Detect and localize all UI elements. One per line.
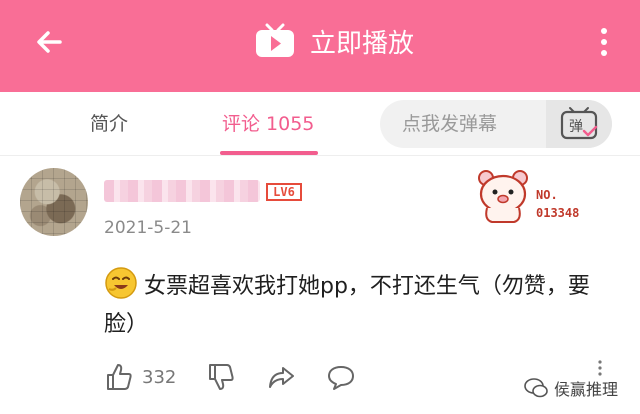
fan-badge-number: NO. 013348 (536, 186, 579, 222)
comment-date: 2021-5-21 (104, 218, 192, 238)
level-badge: LV6 (266, 183, 302, 201)
watermark: 侯赢推理 (524, 376, 618, 400)
laughing-face-emoji-icon (105, 267, 137, 299)
comment-actions: 332 (104, 360, 356, 394)
wechat-icon (524, 378, 548, 398)
comment-body: 女票超喜欢我打她pp，不打还生气（勿赞，要脸） (104, 266, 604, 344)
badge-no-label: NO. (536, 188, 558, 202)
username-blurred[interactable] (104, 180, 260, 202)
thumbs-down-icon[interactable] (206, 362, 236, 392)
active-tab-indicator (220, 151, 318, 155)
avatar[interactable] (20, 168, 88, 236)
badge-number-value: 013348 (536, 206, 580, 220)
top-app-bar: 立即播放 (0, 0, 640, 92)
danmaku-placeholder: 点我发弹幕 (402, 113, 498, 135)
danmaku-input[interactable]: 点我发弹幕 弹 (380, 100, 612, 148)
watermark-text: 侯赢推理 (554, 380, 619, 399)
back-arrow-icon[interactable] (30, 22, 70, 62)
danmaku-toggle-button[interactable]: 弹 (546, 100, 612, 148)
page-title: 立即播放 (310, 28, 415, 59)
thumbs-up-icon[interactable] (104, 362, 134, 392)
comment-more-icon[interactable] (596, 360, 604, 376)
tab-intro[interactable]: 简介 (90, 92, 128, 156)
play-now-button[interactable]: 立即播放 (254, 18, 414, 64)
danmaku-tv-icon: 弹 (560, 107, 598, 140)
like-count: 332 (142, 366, 177, 388)
tab-comments[interactable]: 评论 1055 (222, 92, 314, 156)
comment-text: 女票超喜欢我打她pp，不打还生气（勿赞，要脸） (104, 274, 590, 337)
tv-play-icon (256, 23, 294, 57)
tab-bar: 简介 评论 1055 点我发弹幕 弹 (0, 92, 640, 156)
share-icon[interactable] (266, 362, 296, 392)
reply-comment-icon[interactable] (326, 362, 356, 392)
more-vertical-icon[interactable] (592, 22, 616, 62)
danmaku-button-text: 弹 (569, 119, 583, 135)
fan-badge-icon (478, 170, 528, 223)
